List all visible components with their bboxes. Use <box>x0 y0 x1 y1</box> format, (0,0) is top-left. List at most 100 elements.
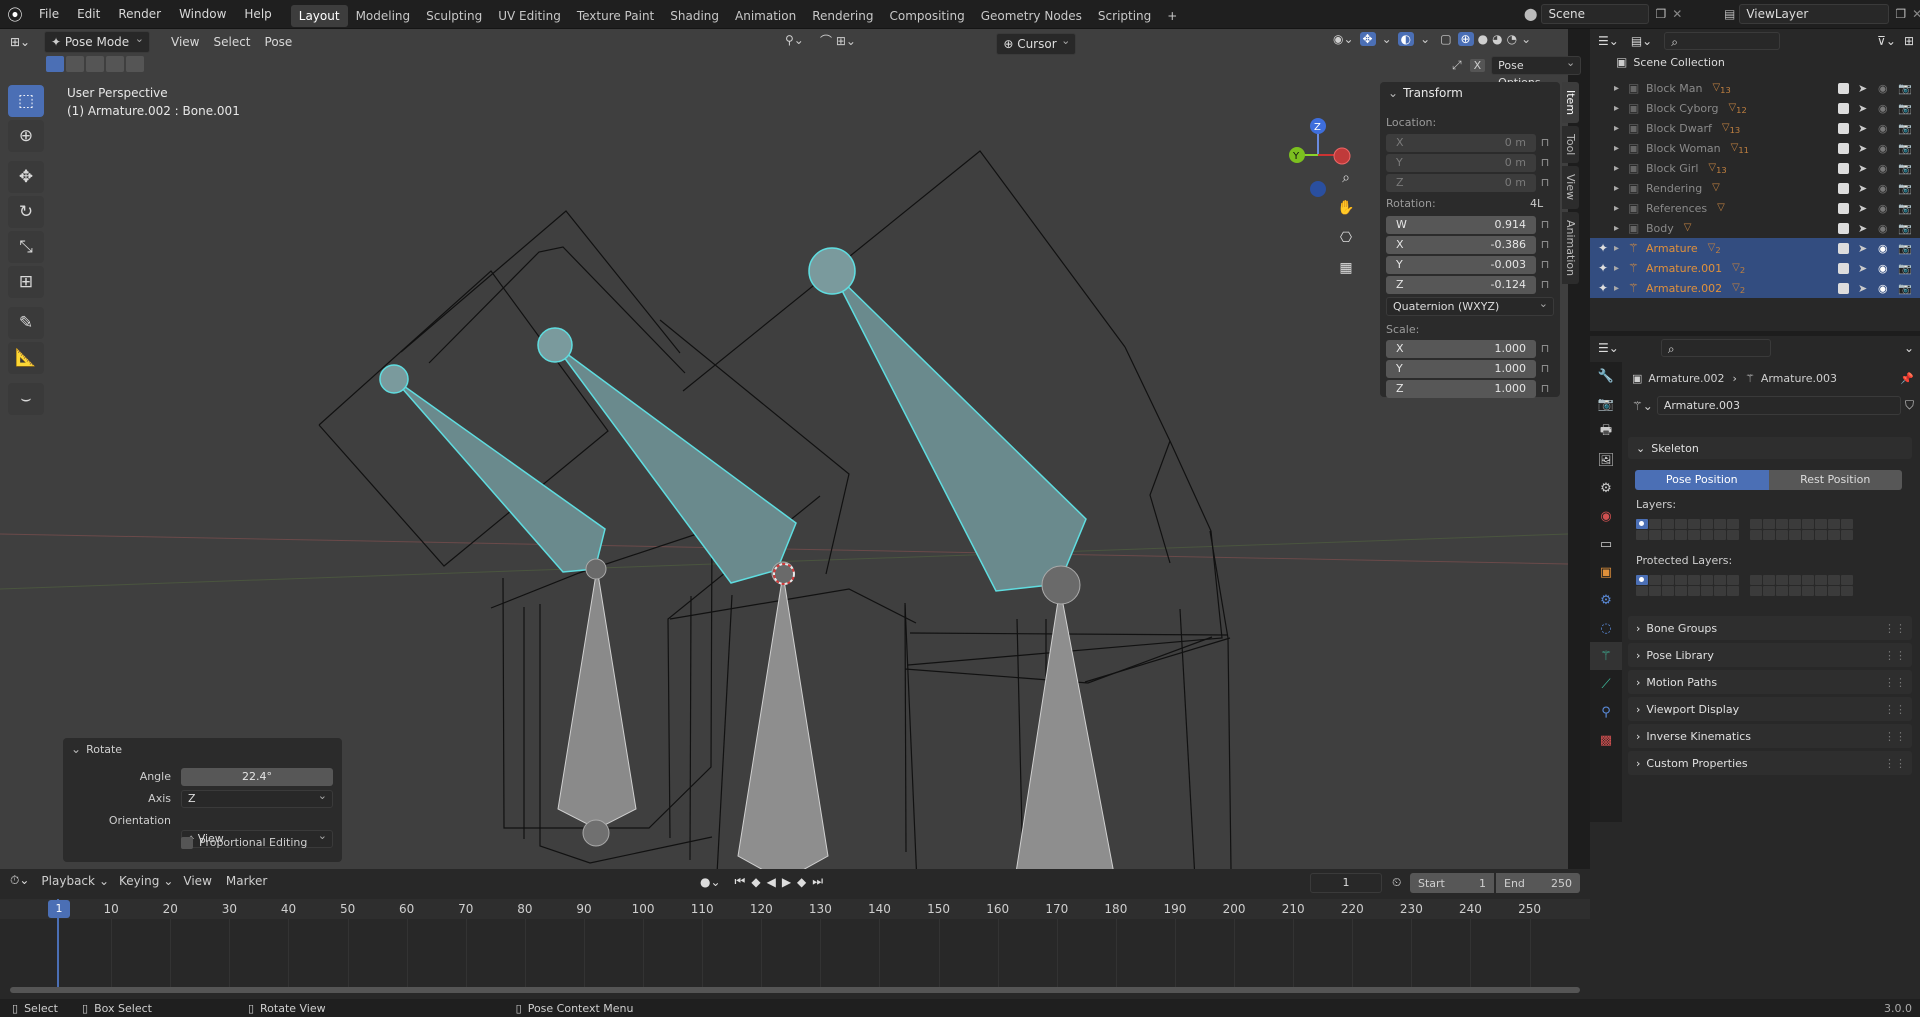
layer-cell[interactable] <box>1750 519 1762 529</box>
layer-cell[interactable] <box>1815 530 1827 540</box>
jump-start-icon[interactable]: ⏮ <box>735 874 746 889</box>
tab-rendering[interactable]: Rendering <box>804 5 881 27</box>
preview-range-icon[interactable]: ⏲ <box>1392 875 1401 890</box>
layer-cell[interactable] <box>1841 519 1853 529</box>
lock-icon[interactable]: ⊓ <box>1536 238 1554 251</box>
prev-keyframe-icon[interactable]: ◆ <box>751 875 760 889</box>
tab-sculpting[interactable]: Sculpting <box>418 5 490 27</box>
protected-layer-cell[interactable] <box>1688 575 1700 585</box>
pin-icon[interactable]: 📌 <box>1900 372 1914 385</box>
protected-layer-cell[interactable] <box>1701 575 1713 585</box>
location-x-field[interactable]: X 0 m <box>1386 133 1536 152</box>
exclude-checkbox[interactable] <box>1838 282 1849 294</box>
measure-tool-icon[interactable]: 📐 <box>8 342 44 374</box>
tab-item[interactable]: Item <box>1562 82 1579 124</box>
protected-layers-grid[interactable] <box>1636 575 1854 597</box>
select-intersect-icon[interactable] <box>126 56 144 72</box>
rotation-x-field[interactable]: X -0.386 <box>1386 235 1536 254</box>
transform-affect-icon[interactable]: ⤢ <box>1452 58 1462 73</box>
menu-view[interactable]: View <box>164 31 206 53</box>
protected-layer-cell[interactable] <box>1649 586 1661 596</box>
annotate-tool-icon[interactable]: ✎ <box>8 307 44 339</box>
zoom-icon[interactable]: ⌕ <box>1334 170 1358 200</box>
drag-handle-icon[interactable]: ⋮⋮ <box>1884 757 1906 770</box>
scale-y-field[interactable]: Y 1.000 <box>1386 359 1536 378</box>
armature-type-icon[interactable]: ⚚⌄ <box>1632 399 1653 413</box>
protected-layer-cell[interactable] <box>1727 575 1739 585</box>
scene-field[interactable]: Scene <box>1541 4 1650 24</box>
location-y-field[interactable]: Y 0 m <box>1386 153 1536 172</box>
selectable-arrow-icon[interactable]: ➤ <box>1858 82 1867 95</box>
expand-arrow-icon[interactable]: ▸ <box>1614 203 1628 214</box>
lock-icon[interactable]: ⊓ <box>1536 278 1554 291</box>
snap-icon[interactable]: ⚲⌄ <box>785 33 804 47</box>
camera-render-icon[interactable]: 📷 <box>1898 262 1912 275</box>
motion-paths-section[interactable]: › Motion Paths ⋮⋮ <box>1628 670 1912 694</box>
pose-library-section[interactable]: › Pose Library ⋮⋮ <box>1628 643 1912 667</box>
camera-render-icon[interactable]: 📷 <box>1898 122 1912 135</box>
tab-animation-sidebar[interactable]: Animation <box>1562 211 1579 284</box>
eye-icon[interactable]: ◉ <box>1878 222 1888 235</box>
tab-compositing[interactable]: Compositing <box>881 5 972 27</box>
layer-cell[interactable] <box>1649 530 1661 540</box>
exclude-checkbox[interactable] <box>1838 122 1849 134</box>
tab-layout[interactable]: Layout <box>290 4 348 27</box>
layer-cell[interactable] <box>1776 530 1788 540</box>
axis-dropdown[interactable]: Z <box>181 788 333 808</box>
gizmo-dropdown-icon[interactable]: ⌄ <box>1382 32 1392 46</box>
rotation-w-field[interactable]: W 0.914 <box>1386 215 1536 234</box>
rest-position-button[interactable]: Rest Position <box>1768 470 1902 490</box>
view-layer-tab-icon[interactable]: 🖼 <box>1590 446 1622 474</box>
lock-icon[interactable]: ⊓ <box>1536 156 1554 169</box>
expand-arrow-icon[interactable]: ▸ <box>1614 103 1628 114</box>
eye-icon[interactable]: ◉ <box>1878 182 1888 195</box>
protected-layer-cell[interactable] <box>1662 586 1674 596</box>
layer-cell[interactable] <box>1714 530 1726 540</box>
eye-icon[interactable]: ◉ <box>1878 82 1888 95</box>
timeline-editor-icon[interactable]: ⏱⌄ <box>10 873 29 888</box>
menu-select[interactable]: Select <box>206 31 257 53</box>
camera-render-icon[interactable]: 📷 <box>1898 102 1912 115</box>
protected-layer-cell[interactable] <box>1750 575 1762 585</box>
datablock-name-field[interactable]: Armature.003 <box>1656 396 1901 415</box>
eye-icon[interactable]: ◉ <box>1878 262 1888 275</box>
menu-file[interactable]: File <box>30 0 68 29</box>
protected-layer-cell[interactable] <box>1714 575 1726 585</box>
menu-window[interactable]: Window <box>170 0 235 29</box>
protected-layer-cell[interactable] <box>1776 586 1788 596</box>
expand-arrow-icon[interactable]: ▸ <box>1614 83 1628 94</box>
texture-tab-icon[interactable]: ▩ <box>1590 726 1622 754</box>
camera-render-icon[interactable]: 📷 <box>1898 142 1912 155</box>
layer-cell[interactable] <box>1841 530 1853 540</box>
rendered-shading-icon[interactable]: ◔ <box>1507 32 1517 46</box>
lock-icon[interactable]: ⊓ <box>1536 342 1554 355</box>
lock-icon[interactable]: ⊓ <box>1536 258 1554 271</box>
eye-icon[interactable]: ◉ <box>1878 242 1888 255</box>
eye-icon[interactable]: ◉ <box>1878 122 1888 135</box>
mode-selector[interactable]: ✦ Pose Mode <box>44 29 150 53</box>
layer-cell[interactable] <box>1750 530 1762 540</box>
object-tab-icon[interactable]: ▣ <box>1590 558 1622 586</box>
layer-cell[interactable] <box>1662 519 1674 529</box>
select-box-tool-icon[interactable]: ⬚ <box>8 85 44 117</box>
display-mode-icon[interactable]: ▤⌄ <box>1631 34 1652 48</box>
play-reverse-icon[interactable]: ◀ <box>767 875 776 889</box>
layer-cell[interactable] <box>1815 519 1827 529</box>
protected-layer-cell[interactable] <box>1802 575 1814 585</box>
protected-layer-cell[interactable] <box>1649 575 1661 585</box>
protected-layer-cell[interactable] <box>1802 586 1814 596</box>
tab-view[interactable]: View <box>1562 166 1579 209</box>
expand-arrow-icon[interactable]: ▸ <box>1614 283 1628 294</box>
exclude-checkbox[interactable] <box>1838 222 1849 234</box>
new-collection-icon[interactable]: ⊞ <box>1904 34 1914 48</box>
rotation-z-field[interactable]: Z -0.124 <box>1386 275 1536 294</box>
protected-layer-cell[interactable] <box>1776 575 1788 585</box>
layer-cell[interactable] <box>1789 519 1801 529</box>
pose-options-dropdown[interactable]: Pose Options <box>1491 54 1582 89</box>
outliner-row[interactable]: ▸ ▣ Block Cyborg ▽12 ➤ ◉ 📷 <box>1590 98 1920 118</box>
jump-end-icon[interactable]: ⏭ <box>812 874 823 889</box>
exclude-checkbox[interactable] <box>1838 262 1849 274</box>
close-scene-icon[interactable]: ✕ <box>1672 7 1682 21</box>
fake-user-shield-icon[interactable]: ⛉ <box>1905 398 1914 413</box>
protected-layer-cell[interactable] <box>1789 575 1801 585</box>
